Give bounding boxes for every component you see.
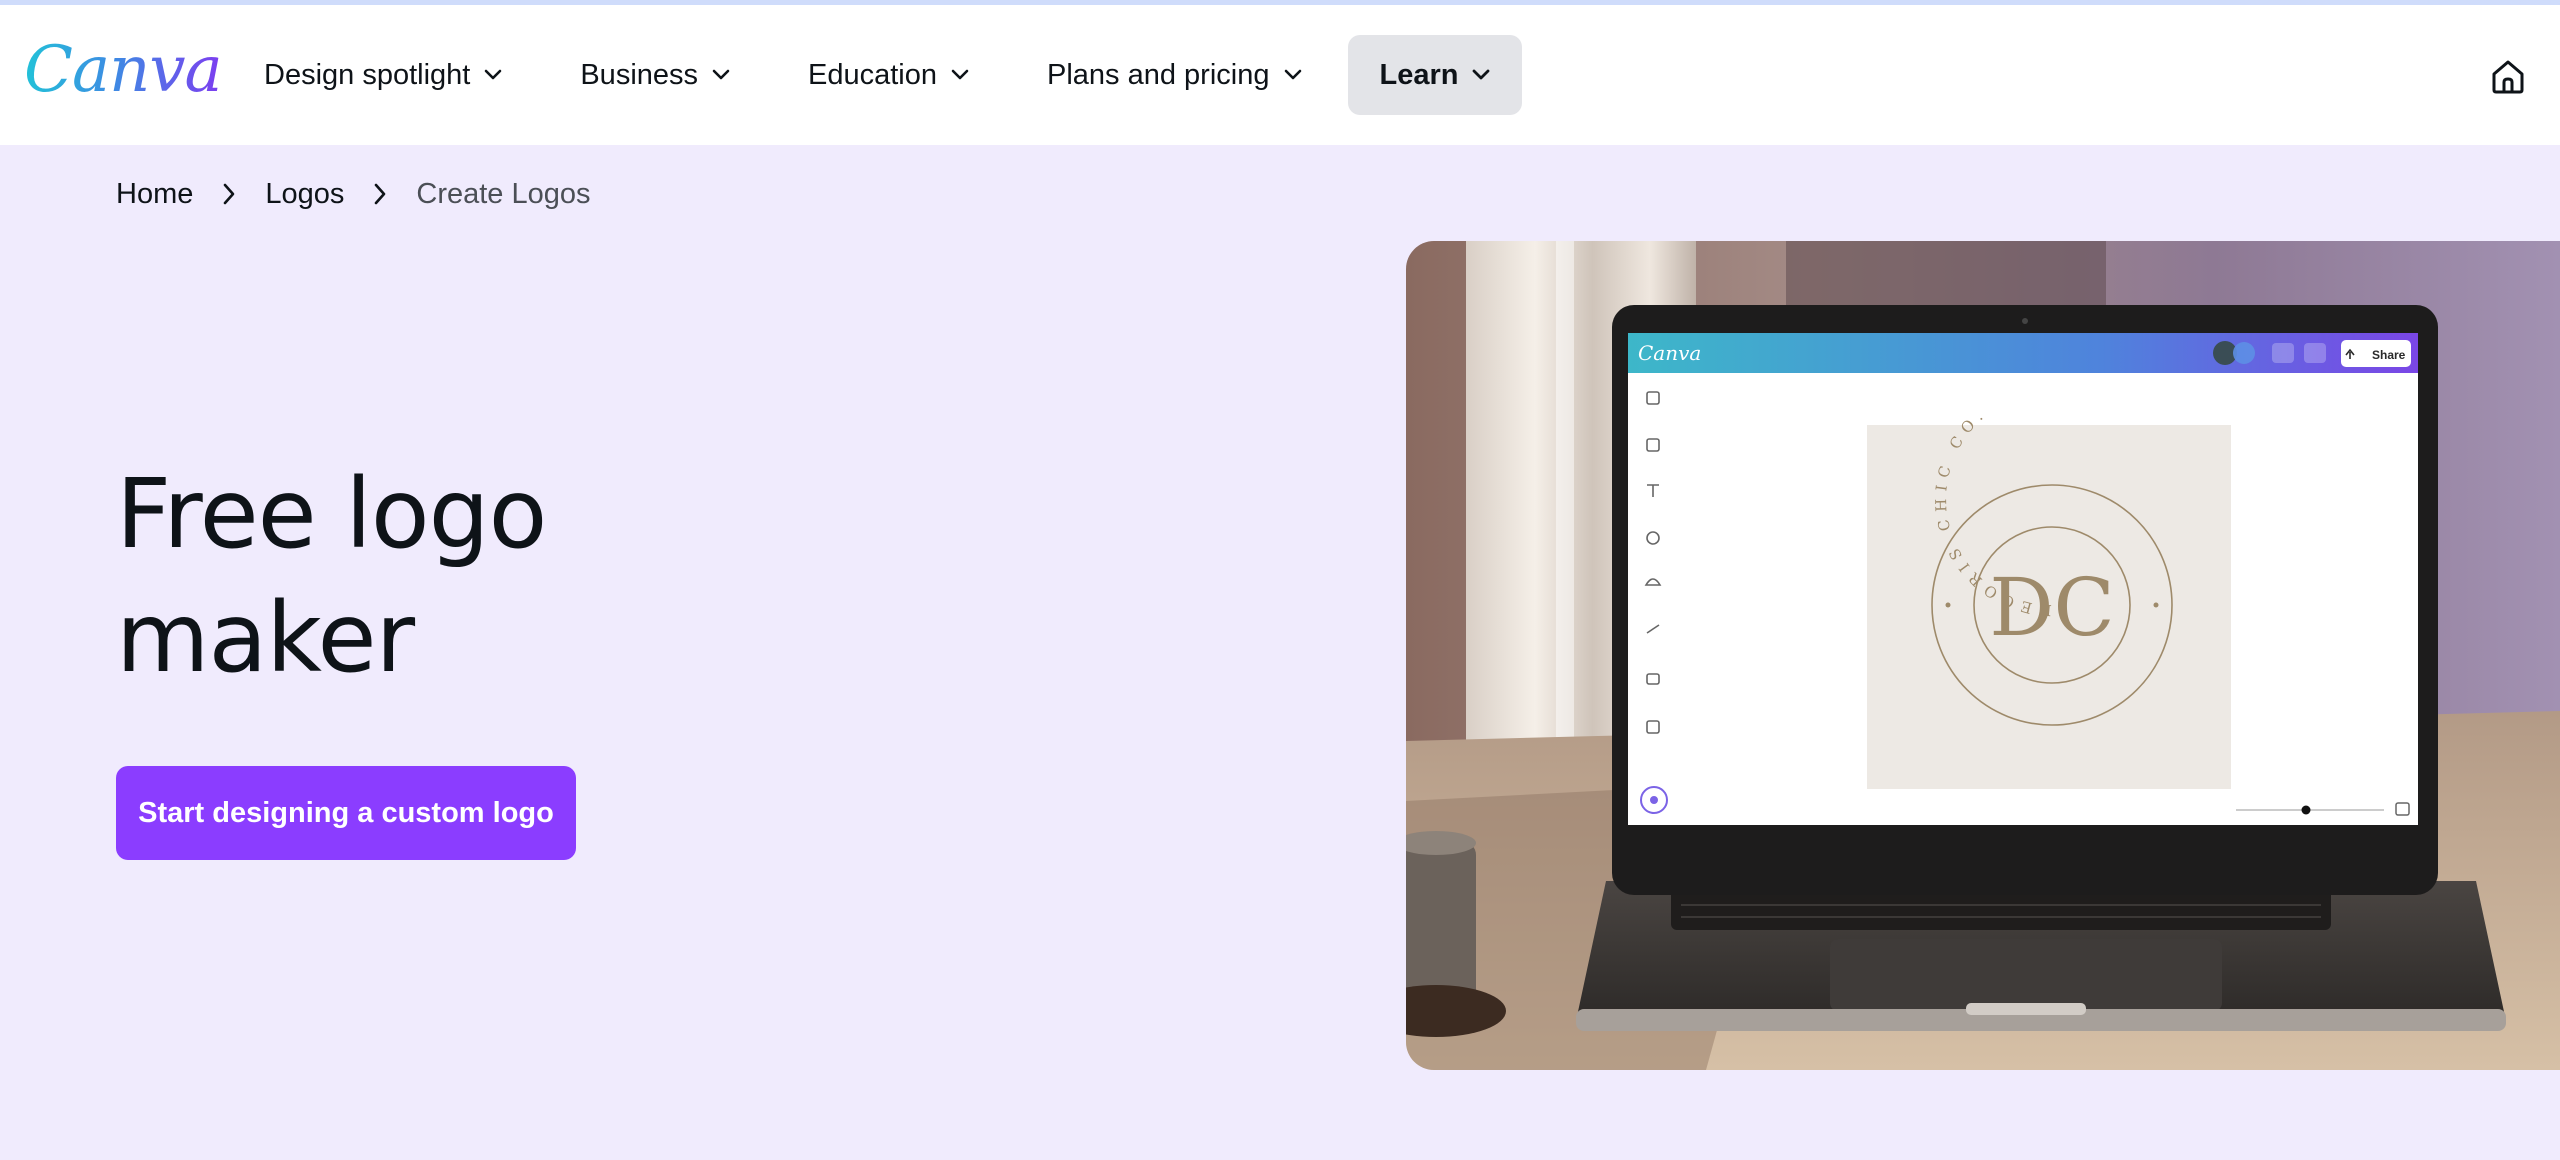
- screen-app-logo: Canva: [1638, 341, 1701, 365]
- page-title-line-1: Free logo: [116, 458, 547, 570]
- home-icon[interactable]: [2488, 57, 2528, 97]
- chevron-down-icon: [1284, 69, 1301, 80]
- nav-label: Business: [580, 58, 699, 91]
- breadcrumb-logos[interactable]: Logos: [265, 178, 344, 211]
- breadcrumb-home[interactable]: Home: [116, 178, 193, 211]
- breadcrumb: Home Logos Create Logos: [116, 172, 591, 216]
- main-nav: Design spotlight Business Education Plan…: [232, 35, 1536, 115]
- nav-business[interactable]: Business: [548, 35, 762, 115]
- nav-label: Learn: [1379, 58, 1459, 91]
- design-monogram: DC: [1989, 561, 2114, 654]
- nav-label: Design spotlight: [264, 58, 471, 91]
- nav-plans-and-pricing[interactable]: Plans and pricing: [1015, 35, 1333, 115]
- nav-label: Education: [808, 58, 938, 91]
- chevron-right-icon: [375, 183, 386, 205]
- chevron-down-icon: [485, 69, 502, 80]
- page-title: Free logo maker: [116, 452, 816, 700]
- nav-learn[interactable]: Learn: [1347, 35, 1523, 115]
- nav-education[interactable]: Education: [776, 35, 1001, 115]
- nav-design-spotlight[interactable]: Design spotlight: [232, 35, 534, 115]
- site-header: Canva Design spotlight Business Educatio…: [0, 5, 2560, 145]
- chevron-right-icon: [224, 183, 235, 205]
- start-designing-button[interactable]: Start designing a custom logo: [116, 766, 576, 860]
- nav-label: Plans and pricing: [1047, 58, 1270, 91]
- chevron-down-icon: [712, 69, 730, 80]
- canva-logo[interactable]: Canva: [24, 33, 223, 107]
- screen-share-label: Share: [2372, 348, 2406, 362]
- chevron-down-icon: [1473, 69, 1490, 80]
- breadcrumb-current: Create Logos: [416, 177, 591, 210]
- chevron-down-icon: [951, 69, 969, 80]
- laptop-scene-illustration: Canva Share DECORIS CHIC CO. DC: [1406, 241, 2560, 1070]
- hero-image: Canva Share DECORIS CHIC CO. DC: [1406, 241, 2560, 1070]
- page-title-line-2: maker: [116, 582, 415, 694]
